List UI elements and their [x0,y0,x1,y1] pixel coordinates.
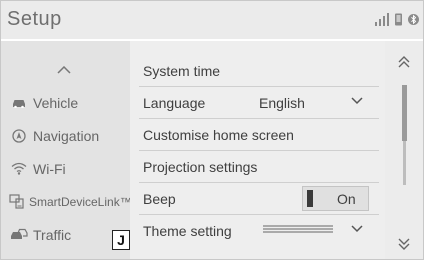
beep-row: Beep On [139,183,379,215]
sidebar-item-label: Wi-Fi [33,160,66,177]
sidebar: Vehicle Navigation Wi-Fi SmartDeviceLink… [1,41,132,259]
chevron-down-icon [351,225,363,233]
theme-label: Theme setting [143,223,232,239]
settings-list: System time Language English Customise h… [130,41,385,259]
wifi-icon [9,161,29,177]
sidebar-item-vehicle[interactable]: Vehicle [1,86,130,119]
sidebar-item-traffic[interactable]: Traffic [1,218,130,251]
callout-label: J [112,230,130,250]
sidebar-item-label: Navigation [33,127,100,144]
sidebar-scroll-up-button[interactable] [1,53,130,86]
projection-row[interactable]: Projection settings [139,151,379,183]
sidebar-item-wifi[interactable]: Wi-Fi [1,152,130,185]
car-icon [9,95,29,111]
toggle-indicator [307,190,313,207]
beep-label: Beep [143,190,176,207]
setup-screen: Setup Vehicle Navigation Wi-Fi SmartDevi… [0,0,424,260]
language-label: Language [143,94,206,111]
sidebar-item-navigation[interactable]: Navigation [1,119,130,152]
beep-state: On [337,191,356,207]
customise-home-label: Customise home screen [143,126,294,143]
sidebar-item-label: Traffic [33,226,72,243]
beep-toggle[interactable]: On [302,186,369,211]
chevron-up-icon [56,65,71,74]
system-time-row[interactable]: System time [139,55,379,87]
navigation-icon [9,128,29,144]
double-chevron-down-icon[interactable] [397,237,411,251]
smartdevicelink-icon [9,194,25,210]
projection-label: Projection settings [143,158,258,175]
theme-row[interactable]: Theme setting [139,215,379,247]
theme-preview-icon [263,225,333,233]
language-value: English [259,94,305,111]
sidebar-item-smartdevicelink[interactable]: SmartDeviceLink™ [1,185,132,218]
sidebar-item-label: SmartDeviceLink™ [29,194,132,209]
signal-icon [375,13,389,26]
scroll-thumb[interactable] [402,85,407,141]
phone-icon [395,13,402,26]
system-time-label: System time [143,62,221,79]
chevron-down-icon [351,97,363,105]
traffic-icon [9,227,29,243]
double-chevron-up-icon[interactable] [397,55,411,69]
top-bar: Setup [1,1,423,41]
customise-home-row[interactable]: Customise home screen [139,119,379,151]
status-icons [375,13,419,26]
language-row[interactable]: Language English [139,87,379,119]
bluetooth-icon [408,14,419,25]
scrollbar[interactable] [385,41,423,259]
sidebar-item-label: Vehicle [33,94,79,111]
page-title: Setup [7,8,62,30]
